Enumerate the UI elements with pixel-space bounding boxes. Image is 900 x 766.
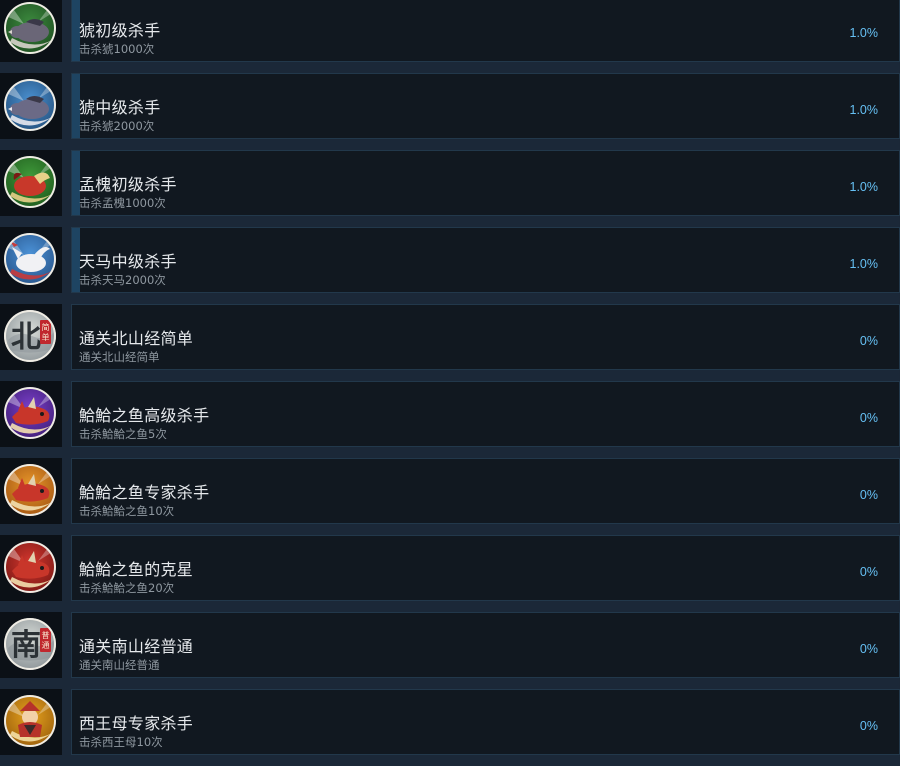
achievement-title: 鮯鮯之鱼高级杀手 [79,406,210,425]
achievement-icon-frame [0,535,62,601]
achievement-percent: 0% [859,565,878,579]
boar-beast-icon [4,2,56,54]
achievement-row[interactable]: 猇中级杀手击杀猇2000次 1.0% [0,73,900,150]
achievement-percent: 0% [859,334,878,348]
svg-text:简: 简 [42,322,50,332]
achievement-title: 鮯鮯之鱼专家杀手 [79,483,210,502]
fish-beast-icon [4,464,56,516]
boar-beast-icon [4,79,56,131]
achievement-icon-frame [0,689,62,755]
fish-beast-icon [4,541,56,593]
achievement-panel: 通关南山经普通 通关南山经普通 0% [71,612,900,678]
achievement-icon-frame: 南普通 [0,612,62,678]
achievement-panel: 猇初级杀手击杀猇1000次 1.0% [71,0,900,62]
achievement-row[interactable]: 鮯鮯之鱼的克星击杀鮯鮯之鱼20次 0% [0,535,900,612]
fish-beast-icon [4,387,56,439]
white-horse-icon [4,233,56,285]
queen-mother-icon [4,695,56,747]
queen-mother-icon [4,695,56,747]
achievement-row[interactable]: 鮯鮯之鱼专家杀手击杀鮯鮯之鱼10次 0% [0,458,900,535]
achievement-description: 击杀鮯鮯之鱼10次 [79,504,175,518]
svg-text:北: 北 [11,320,41,355]
achievement-panel: 西王母专家杀手击杀西王母10次 0% [71,689,900,755]
red-beast-icon [4,156,56,208]
boar-beast-icon [4,2,56,54]
svg-text:单: 单 [42,332,50,342]
white-horse-icon [4,233,56,285]
achievement-description: 击杀猇2000次 [79,119,155,133]
achievement-description: 击杀天马2000次 [79,273,166,287]
achievement-percent: 0% [859,642,878,656]
achievement-icon-frame [0,0,62,62]
achievement-description: 击杀鮯鮯之鱼5次 [79,427,167,441]
achievement-title: 鮯鮯之鱼的克星 [79,560,194,579]
achievement-row[interactable]: 天马中级杀手击杀天马2000次 1.0% [0,227,900,304]
achievement-percent: 0% [859,488,878,502]
achievement-percent: 1.0% [849,103,879,117]
red-beast-icon [4,156,56,208]
achievement-panel: 天马中级杀手击杀天马2000次 1.0% [71,227,900,293]
achievement-percent: 0% [859,719,878,733]
achievement-row[interactable]: 猇初级杀手击杀猇1000次 1.0% [0,0,900,73]
achievement-description: 击杀猇1000次 [79,42,155,56]
achievement-row[interactable]: 北简单通关北山经简单 通关北山经简单 0% [0,304,900,381]
north-scroll-icon: 北简单 [4,310,56,362]
achievement-row[interactable]: 西王母专家杀手击杀西王母10次 0% [0,689,900,766]
achievement-panel: 鮯鮯之鱼高级杀手击杀鮯鮯之鱼5次 0% [71,381,900,447]
achievement-icon-frame [0,150,62,216]
achievement-description: 击杀鮯鮯之鱼20次 [79,581,175,595]
achievement-percent: 1.0% [849,180,879,194]
achievement-row[interactable]: 南普通通关南山经普通 通关南山经普通 0% [0,612,900,689]
svg-text:南: 南 [11,628,41,663]
achievement-title: 猇中级杀手 [79,98,161,117]
achievement-row[interactable]: 孟槐初级杀手击杀孟槐1000次 1.0% [0,150,900,227]
achievement-icon-frame: 北简单 [0,304,62,370]
boar-beast-icon [4,79,56,131]
achievement-title: 猇初级杀手 [79,21,161,40]
achievement-list: 猇初级杀手 击杀猇1000次 1.0% 猇中级杀手 击杀猇2000次 1.0% 孟槐初级杀手… [0,0,900,766]
achievement-panel: 猇中级杀手击杀猇2000次 1.0% [71,73,900,139]
achievement-icon-frame [0,227,62,293]
achievement-title: 通关北山经简单 [79,329,194,348]
north-scroll-icon: 北简单 [4,310,56,362]
achievement-description: 通关南山经普通 [79,658,160,672]
fish-beast-icon [4,541,56,593]
achievement-percent: 0% [859,411,878,425]
fish-beast-icon [4,464,56,516]
achievement-panel: 孟槐初级杀手击杀孟槐1000次 1.0% [71,150,900,216]
achievement-description: 击杀西王母10次 [79,735,163,749]
achievement-title: 孟槐初级杀手 [79,175,177,194]
achievement-row[interactable]: 鮯鮯之鱼高级杀手击杀鮯鮯之鱼5次 0% [0,381,900,458]
achievement-percent: 1.0% [849,26,879,40]
achievement-title: 天马中级杀手 [79,252,177,271]
achievement-title: 西王母专家杀手 [79,714,194,733]
achievement-description: 击杀孟槐1000次 [79,196,166,210]
svg-text:普: 普 [42,630,50,640]
south-scroll-icon: 南普通 [4,618,56,670]
achievement-panel: 鮯鮯之鱼的克星击杀鮯鮯之鱼20次 0% [71,535,900,601]
achievement-icon-frame [0,381,62,447]
achievement-description: 通关北山经简单 [79,350,160,364]
fish-beast-icon [4,387,56,439]
south-scroll-icon: 南普通 [4,618,56,670]
achievement-panel: 鮯鮯之鱼专家杀手击杀鮯鮯之鱼10次 0% [71,458,900,524]
achievement-title: 通关南山经普通 [79,637,194,656]
achievement-percent: 1.0% [849,257,879,271]
svg-text:通: 通 [42,640,50,650]
achievement-panel: 通关北山经简单 通关北山经简单 0% [71,304,900,370]
achievement-icon-frame [0,73,62,139]
achievement-icon-frame [0,458,62,524]
